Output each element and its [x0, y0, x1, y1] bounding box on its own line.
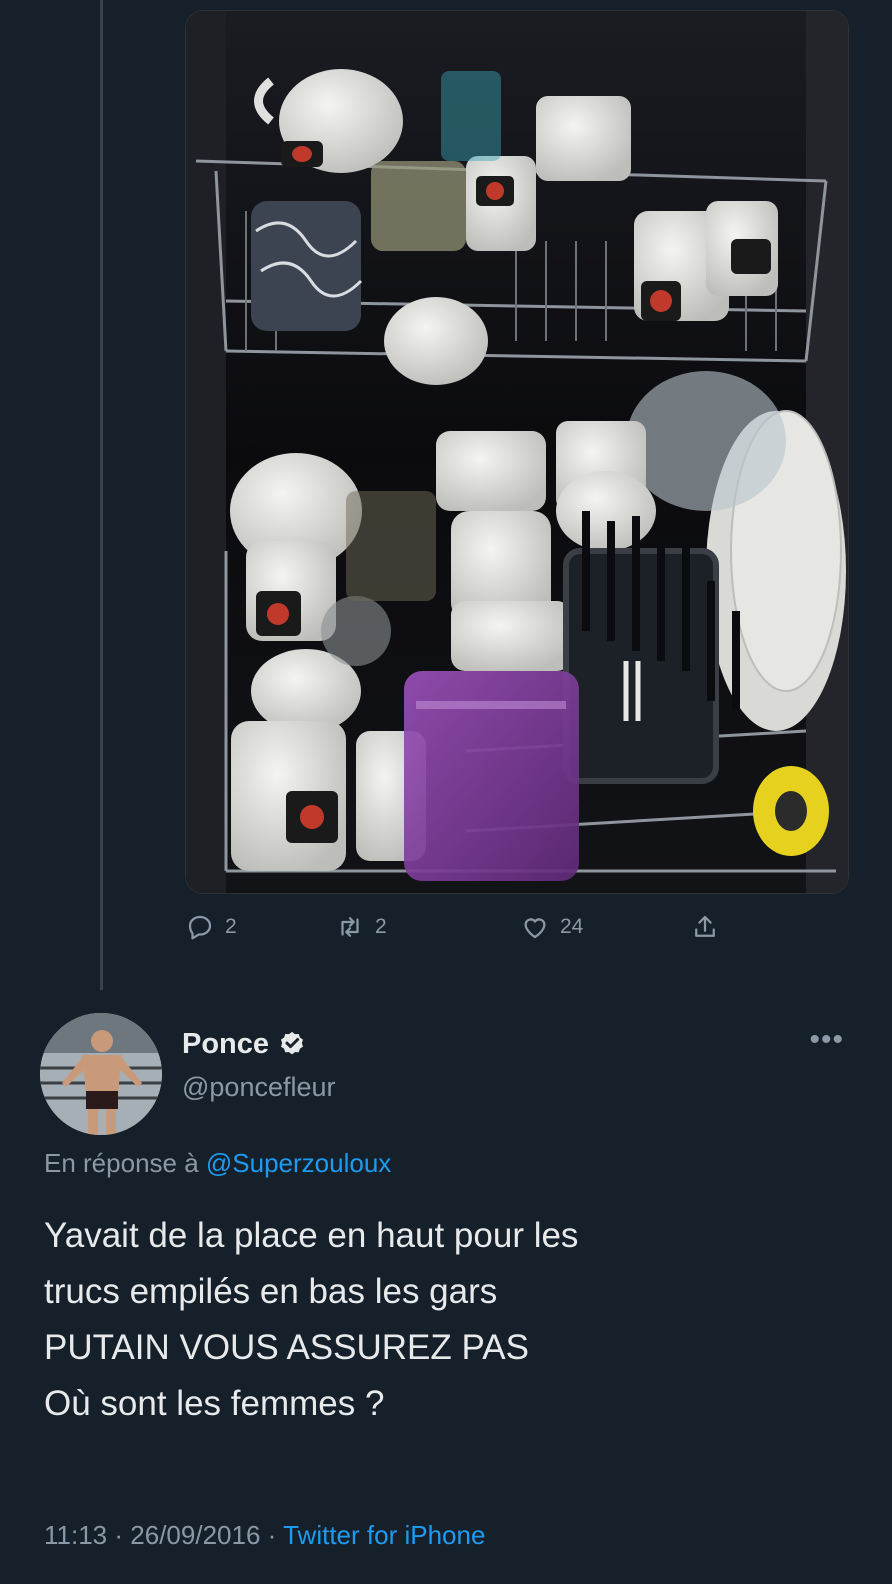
- reply-button[interactable]: 2: [185, 912, 237, 942]
- author-handle[interactable]: @poncefleur: [182, 1072, 336, 1103]
- share-button[interactable]: [690, 912, 720, 942]
- verified-badge-icon: [281, 1031, 304, 1054]
- retweet-button[interactable]: 2: [335, 912, 387, 942]
- author-avatar[interactable]: [40, 1013, 162, 1135]
- tweet-thread: 2 2 24 Ponce @poncefleur ••• En réponse …: [0, 0, 892, 1584]
- more-options-icon[interactable]: •••: [809, 1025, 844, 1055]
- tweet-photo[interactable]: [185, 10, 849, 894]
- tweet-text-line: trucs empilés en bas les gars: [44, 1272, 498, 1311]
- tweet-text-line: PUTAIN VOUS ASSUREZ PAS: [44, 1328, 529, 1367]
- tweet-action-bar: 2 2 24: [185, 912, 785, 952]
- tweet-text: Yavait de la place en haut pour les truc…: [44, 1208, 864, 1432]
- like-button[interactable]: 24: [520, 912, 583, 942]
- meta-separator: ·: [267, 1520, 277, 1550]
- retweet-icon: [341, 917, 359, 937]
- tweet-source-link[interactable]: Twitter for iPhone: [283, 1520, 485, 1550]
- reply-count: 2: [225, 915, 237, 938]
- thread-connector-line: [100, 0, 103, 990]
- tweet-time[interactable]: 11:13: [44, 1520, 107, 1550]
- dishwasher-image: [186, 11, 848, 893]
- tweet-date[interactable]: 26/09/2016: [130, 1520, 260, 1550]
- reply-prefix: En réponse à: [44, 1148, 199, 1178]
- author-display-name[interactable]: Ponce: [182, 1028, 269, 1061]
- avatar-image: [40, 1013, 162, 1135]
- heart-icon: [524, 918, 546, 939]
- reply-context: En réponse à @Superzouloux: [44, 1148, 391, 1179]
- tweet-metadata: 11:13 · 26/09/2016 · Twitter for iPhone: [44, 1520, 485, 1551]
- meta-separator: ·: [114, 1520, 124, 1550]
- retweet-count: 2: [375, 915, 387, 938]
- tweet-text-line: Où sont les femmes ?: [44, 1384, 385, 1423]
- reply-icon: [188, 915, 212, 940]
- tweet-text-line: Yavait de la place en haut pour les: [44, 1216, 579, 1255]
- like-count: 24: [560, 915, 584, 938]
- reply-mention-link[interactable]: @Superzouloux: [206, 1148, 391, 1178]
- author-name-row: Ponce: [182, 1028, 307, 1061]
- share-icon: [695, 915, 715, 937]
